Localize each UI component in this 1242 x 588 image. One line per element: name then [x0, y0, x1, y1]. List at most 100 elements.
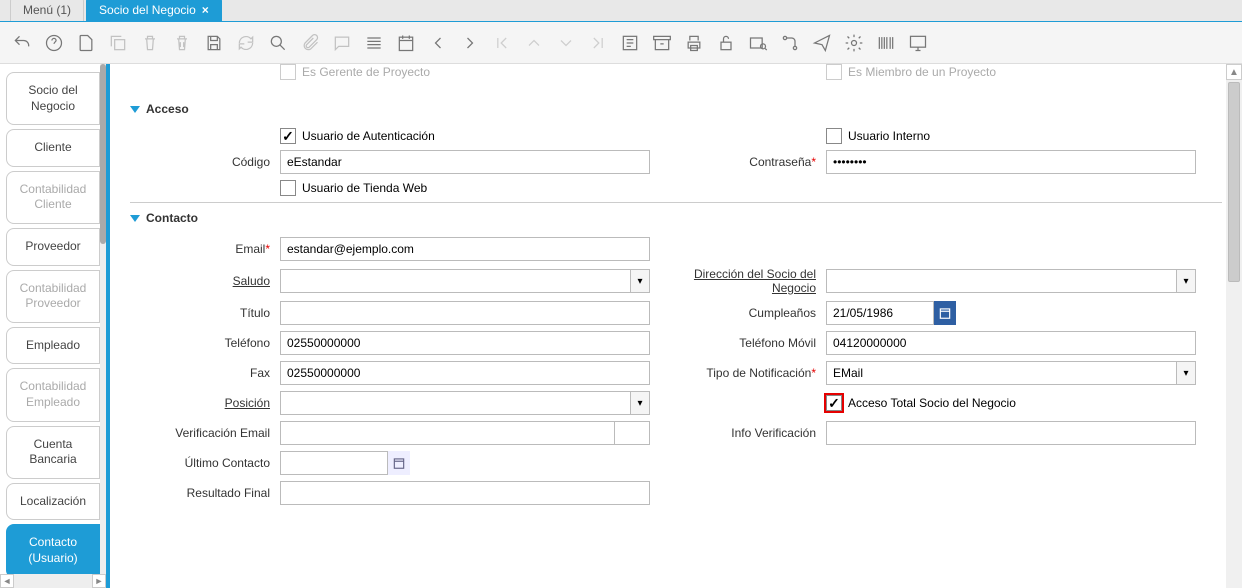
save-icon[interactable] [202, 31, 226, 55]
chevron-down-icon[interactable]: ▾ [630, 391, 650, 415]
section-header-acceso: Acceso [130, 94, 1222, 116]
first-icon[interactable] [490, 31, 514, 55]
print-icon[interactable] [682, 31, 706, 55]
sidebar-item-socio-negocio[interactable]: Socio del Negocio [6, 72, 100, 125]
zoom-icon[interactable] [746, 31, 770, 55]
input-fax[interactable] [280, 361, 650, 385]
chat-icon[interactable] [330, 31, 354, 55]
sidebar-h-scrollbar[interactable]: ◄ ► [0, 574, 106, 588]
chk-label: Acceso Total Socio del Negocio [848, 396, 1016, 410]
input-tipo-notificacion[interactable] [826, 361, 1176, 385]
sidebar-item-contabilidad-cliente[interactable]: Contabilidad Cliente [6, 171, 100, 224]
input-ultimo-contacto[interactable] [280, 451, 388, 475]
help-icon[interactable] [42, 31, 66, 55]
label-verificacion-email: Verificación Email [130, 426, 280, 440]
chk-usuario-autenticacion[interactable]: Usuario de Autenticación [280, 128, 650, 144]
chevron-down-icon[interactable]: ▾ [1176, 269, 1196, 293]
label-telefono: Teléfono [130, 336, 280, 350]
input-email[interactable] [280, 237, 650, 261]
sidebar-item-proveedor[interactable]: Proveedor [6, 228, 100, 266]
section-header-contacto: Contacto [130, 202, 1222, 225]
label-saludo[interactable]: Saludo [130, 274, 280, 288]
input-titulo[interactable] [280, 301, 650, 325]
send-icon[interactable] [810, 31, 834, 55]
chk-label: Usuario Interno [848, 129, 930, 143]
chk-label: Usuario de Tienda Web [302, 181, 427, 195]
input-contrasena[interactable] [826, 150, 1196, 174]
tab-label: Socio del Negocio [99, 3, 196, 17]
up-icon[interactable] [522, 31, 546, 55]
section-title: Acceso [146, 102, 189, 116]
scroll-up-icon[interactable]: ▲ [1226, 64, 1242, 80]
undo-icon[interactable] [10, 31, 34, 55]
chk-gerente-proyecto[interactable]: Es Gerente de Proyecto [280, 64, 430, 80]
sidebar-item-cuenta-bancaria[interactable]: Cuenta Bancaria [6, 426, 100, 479]
lock-icon[interactable] [714, 31, 738, 55]
next-icon[interactable] [458, 31, 482, 55]
label-email: Email* [130, 242, 280, 256]
down-icon[interactable] [554, 31, 578, 55]
chk-miembro-proyecto[interactable]: Es Miembro de un Proyecto [826, 64, 996, 80]
label-fax: Fax [130, 366, 280, 380]
attach-icon[interactable] [298, 31, 322, 55]
collapse-icon[interactable] [130, 106, 140, 113]
monitor-icon[interactable] [906, 31, 930, 55]
prev-icon[interactable] [426, 31, 450, 55]
report-icon[interactable] [618, 31, 642, 55]
search-icon[interactable] [266, 31, 290, 55]
new-icon[interactable] [74, 31, 98, 55]
content-scrollbar[interactable]: ▲ [1226, 64, 1242, 588]
archive-icon[interactable] [650, 31, 674, 55]
row-top-cut: Es Gerente de Proyecto Es Miembro de un … [130, 64, 1222, 80]
input-info-verificacion[interactable] [826, 421, 1196, 445]
input-codigo[interactable] [280, 150, 650, 174]
input-posicion[interactable] [280, 391, 630, 415]
chevron-down-icon[interactable]: ▾ [630, 269, 650, 293]
cell-verif-2 [614, 421, 650, 445]
input-cumpleanos[interactable] [826, 301, 934, 325]
input-direccion-socio[interactable] [826, 269, 1176, 293]
scroll-right-icon[interactable]: ► [92, 574, 106, 588]
last-icon[interactable] [586, 31, 610, 55]
input-telefono[interactable] [280, 331, 650, 355]
sidebar-item-cliente[interactable]: Cliente [6, 129, 100, 167]
delete2-icon[interactable] [170, 31, 194, 55]
collapse-icon[interactable] [130, 215, 140, 222]
chk-usuario-interno[interactable]: Usuario Interno [826, 128, 1196, 144]
chk-usuario-tienda-web[interactable]: Usuario de Tienda Web [280, 180, 650, 196]
barcode-icon[interactable] [874, 31, 898, 55]
cell-verif-1 [280, 421, 614, 445]
calendar-icon[interactable] [388, 451, 410, 475]
sidebar-item-empleado[interactable]: Empleado [6, 327, 100, 365]
chk-acceso-total[interactable]: Acceso Total Socio del Negocio [826, 395, 1196, 411]
input-telefono-movil[interactable] [826, 331, 1196, 355]
label-direccion-socio[interactable]: Dirección del Socio del Negocio [676, 267, 826, 295]
copy-icon[interactable] [106, 31, 130, 55]
gear-icon[interactable] [842, 31, 866, 55]
scroll-left-icon[interactable]: ◄ [0, 574, 14, 588]
label-cumpleanos: Cumpleaños [676, 306, 826, 320]
delete-icon[interactable] [138, 31, 162, 55]
input-resultado-final[interactable] [280, 481, 650, 505]
grid-icon[interactable] [362, 31, 386, 55]
chevron-down-icon[interactable]: ▾ [1176, 361, 1196, 385]
label-posicion[interactable]: Posición [130, 396, 280, 410]
sidebar-item-contacto-usuario[interactable]: Contacto (Usuario) [6, 524, 100, 577]
input-saludo[interactable] [280, 269, 630, 293]
tab-bar: Menú (1) Socio del Negocio × [0, 0, 1242, 22]
scroll-thumb[interactable] [1228, 82, 1240, 282]
sidebar-item-contabilidad-proveedor[interactable]: Contabilidad Proveedor [6, 270, 100, 323]
calendar-icon[interactable] [394, 31, 418, 55]
close-icon[interactable]: × [202, 3, 209, 17]
sidebar-scrollbar[interactable] [100, 64, 106, 588]
refresh-icon[interactable] [234, 31, 258, 55]
tab-socio-negocio[interactable]: Socio del Negocio × [86, 0, 222, 21]
section-title: Contacto [146, 211, 198, 225]
label-telefono-movil: Teléfono Móvil [676, 336, 826, 350]
sidebar-item-contabilidad-empleado[interactable]: Contabilidad Empleado [6, 368, 100, 421]
calendar-icon[interactable] [934, 301, 956, 325]
label-contrasena: Contraseña* [676, 155, 826, 169]
workflow-icon[interactable] [778, 31, 802, 55]
tab-menu[interactable]: Menú (1) [10, 0, 84, 21]
sidebar-item-localizacion[interactable]: Localización [6, 483, 100, 521]
